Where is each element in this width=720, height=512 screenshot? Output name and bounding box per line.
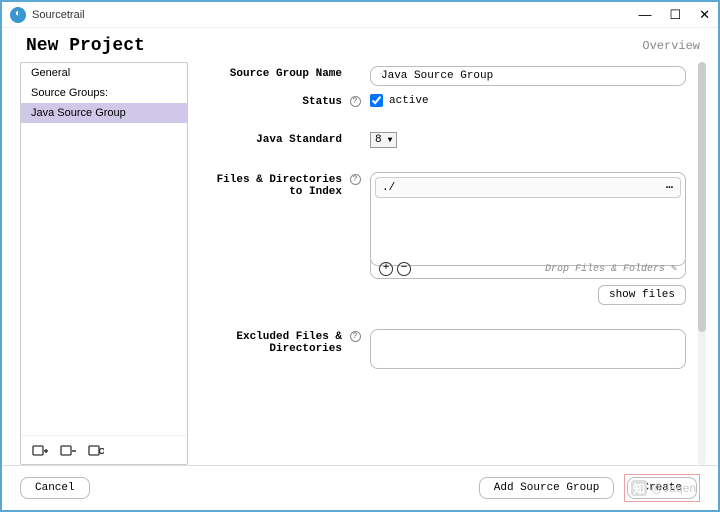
sidebar-toolbar xyxy=(21,435,187,464)
add-entry-button[interactable]: + xyxy=(379,262,393,276)
java-standard-value: 8 xyxy=(375,134,382,146)
footer: Cancel Add Source Group Create xyxy=(2,465,718,510)
overview-link[interactable]: Overview xyxy=(642,39,700,53)
window-controls: — ☐ ✕ xyxy=(638,7,710,23)
minimize-button[interactable]: — xyxy=(638,7,651,23)
page-title: New Project xyxy=(26,36,145,56)
files-to-index-footer: + − Drop Files & Folders ✎ xyxy=(370,260,686,279)
app-logo-icon: ◐ xyxy=(10,7,26,23)
excluded-listbox[interactable] xyxy=(370,329,686,369)
help-icon[interactable]: ? xyxy=(350,96,361,107)
add-group-icon[interactable] xyxy=(31,442,49,458)
help-placeholder xyxy=(348,66,362,86)
row-status: Status ? active xyxy=(208,94,686,108)
row-source-group-name: Source Group Name xyxy=(208,66,686,86)
main-panel: Source Group Name Status ? active xyxy=(188,62,706,465)
remove-entry-button[interactable]: − xyxy=(397,262,411,276)
label-java-standard: Java Standard xyxy=(208,132,348,148)
window-title: Sourcetrail xyxy=(32,9,85,21)
row-excluded: Excluded Files & Directories ? xyxy=(208,329,686,369)
source-group-name-input[interactable] xyxy=(370,66,686,86)
path-entry[interactable]: ./ ⋯ xyxy=(375,177,681,198)
java-standard-select[interactable]: 8 ▼ xyxy=(370,132,397,148)
status-active-label[interactable]: active xyxy=(370,94,686,107)
browse-icon[interactable]: ⋯ xyxy=(666,180,674,195)
remove-group-icon[interactable] xyxy=(87,442,105,458)
create-highlight: Create xyxy=(624,474,700,502)
create-button[interactable]: Create xyxy=(627,477,697,499)
app-window: ◐ Sourcetrail — ☐ ✕ New Project Overview… xyxy=(0,0,720,512)
help-icon[interactable]: ? xyxy=(350,331,361,342)
label-status: Status xyxy=(208,94,348,108)
drop-hint: Drop Files & Folders xyxy=(545,264,665,275)
close-button[interactable]: ✕ xyxy=(699,7,710,23)
scrollbar[interactable] xyxy=(698,62,706,465)
files-to-index-box[interactable]: ./ ⋯ xyxy=(370,172,686,266)
page-header: New Project Overview xyxy=(2,28,718,62)
chevron-down-icon: ▼ xyxy=(388,136,393,145)
status-active-text: active xyxy=(389,95,429,107)
duplicate-group-icon[interactable] xyxy=(59,442,77,458)
form: Source Group Name Status ? active xyxy=(208,66,700,465)
sidebar-list: General Source Groups: Java Source Group xyxy=(21,63,187,435)
cancel-button[interactable]: Cancel xyxy=(20,477,90,499)
maximize-button[interactable]: ☐ xyxy=(669,7,681,23)
add-source-group-button[interactable]: Add Source Group xyxy=(479,477,615,499)
files-to-index-listbox: ./ ⋯ + − Drop Files & Folders xyxy=(370,172,686,279)
sidebar-item-general[interactable]: General xyxy=(21,63,187,83)
label-excluded: Excluded Files & Directories xyxy=(208,329,348,369)
body: General Source Groups: Java Source Group xyxy=(2,62,718,465)
help-placeholder xyxy=(348,132,362,148)
help-icon[interactable]: ? xyxy=(350,174,361,185)
show-files-button[interactable]: show files xyxy=(598,285,686,305)
label-source-group-name: Source Group Name xyxy=(208,66,348,86)
titlebar: ◐ Sourcetrail — ☐ ✕ xyxy=(2,2,718,28)
sidebar: General Source Groups: Java Source Group xyxy=(20,62,188,465)
edit-icon[interactable]: ✎ xyxy=(671,263,677,275)
path-entry-text: ./ xyxy=(382,182,395,194)
row-files-to-index: Files & Directories to Index ? ./ ⋯ xyxy=(208,172,686,305)
row-java-standard: Java Standard 8 ▼ xyxy=(208,132,686,148)
status-active-checkbox[interactable] xyxy=(370,94,383,107)
sidebar-item-source-groups-header: Source Groups: xyxy=(21,83,187,103)
scrollbar-thumb[interactable] xyxy=(698,62,706,332)
label-files-to-index: Files & Directories to Index xyxy=(208,172,348,305)
sidebar-item-java-source-group[interactable]: Java Source Group xyxy=(21,103,187,123)
